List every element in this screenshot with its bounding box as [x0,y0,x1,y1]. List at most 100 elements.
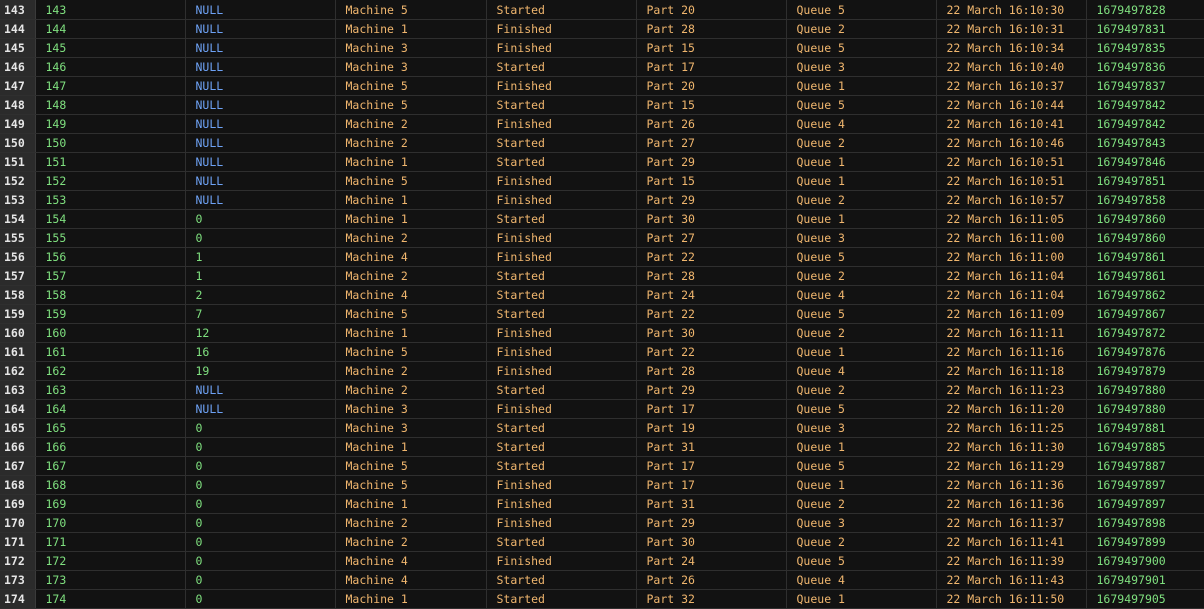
table-row[interactable]: 164 164 NULL Machine 3 Finished Part 17 Queue … [0,399,1204,419]
cell-queue[interactable]: Queue 1 [786,152,937,172]
cell-part[interactable]: Part 26 [636,570,787,590]
row-number[interactable]: 148 [0,95,36,115]
cell-datetime[interactable]: 22 March 16:11:39 [936,551,1087,571]
cell-status[interactable]: Started [486,532,637,552]
table-row[interactable]: 143 143 NULL Machine 5 Started Part 20 Queue 5… [0,0,1204,20]
cell-machine[interactable]: Machine 5 [335,304,487,324]
cell-value[interactable]: 1 [185,247,336,267]
row-number[interactable]: 154 [0,209,36,229]
cell-part[interactable]: Part 27 [636,133,787,153]
table-row[interactable]: 169 169 0 Machine 1 Finished Part 31 Queue 2 22… [0,494,1204,514]
cell-queue[interactable]: Queue 2 [786,380,937,400]
table-row[interactable]: 150 150 NULL Machine 2 Started Part 27 Queue 2… [0,133,1204,153]
row-number[interactable]: 155 [0,228,36,248]
cell-status[interactable]: Started [486,285,637,305]
cell-datetime[interactable]: 22 March 16:11:04 [936,285,1087,305]
table-row[interactable]: 154 154 0 Machine 1 Started Part 30 Queue 1 22 … [0,209,1204,229]
cell-status[interactable]: Finished [486,76,637,96]
cell-datetime[interactable]: 22 March 16:10:44 [936,95,1087,115]
cell-value[interactable]: 0 [185,475,336,495]
cell-machine[interactable]: Machine 4 [335,247,487,267]
cell-status[interactable]: Finished [486,361,637,381]
table-row[interactable]: 148 148 NULL Machine 5 Started Part 15 Queue 5… [0,95,1204,115]
cell-value[interactable]: NULL [185,152,336,172]
row-number[interactable]: 151 [0,152,36,172]
cell-part[interactable]: Part 22 [636,304,787,324]
cell-id[interactable]: 164 [35,399,186,419]
cell-part[interactable]: Part 22 [636,247,787,267]
cell-queue[interactable]: Queue 1 [786,76,937,96]
cell-datetime[interactable]: 22 March 16:11:37 [936,513,1087,533]
cell-datetime[interactable]: 22 March 16:11:18 [936,361,1087,381]
cell-datetime[interactable]: 22 March 16:10:31 [936,19,1087,39]
cell-id[interactable]: 149 [35,114,186,134]
cell-status[interactable]: Started [486,456,637,476]
cell-id[interactable]: 151 [35,152,186,172]
cell-machine[interactable]: Machine 5 [335,0,487,20]
table-row[interactable]: 162 162 19 Machine 2 Finished Part 28 Queue 42… [0,361,1204,381]
cell-timestamp[interactable]: 1679497885 [1086,437,1204,457]
cell-datetime[interactable]: 22 March 16:11:11 [936,323,1087,343]
cell-datetime[interactable]: 22 March 16:11:30 [936,437,1087,457]
cell-queue[interactable]: Queue 5 [786,399,937,419]
cell-status[interactable]: Started [486,437,637,457]
cell-status[interactable]: Finished [486,247,637,267]
cell-queue[interactable]: Queue 2 [786,133,937,153]
cell-timestamp[interactable]: 1679497843 [1086,133,1204,153]
cell-value[interactable]: NULL [185,95,336,115]
cell-part[interactable]: Part 20 [636,76,787,96]
cell-queue[interactable]: Queue 1 [786,437,937,457]
cell-queue[interactable]: Queue 4 [786,570,937,590]
cell-part[interactable]: Part 29 [636,152,787,172]
cell-timestamp[interactable]: 1679497851 [1086,171,1204,191]
cell-status[interactable]: Finished [486,494,637,514]
cell-value[interactable]: NULL [185,38,336,58]
row-number[interactable]: 170 [0,513,36,533]
cell-machine[interactable]: Machine 1 [335,323,487,343]
cell-id[interactable]: 168 [35,475,186,495]
cell-timestamp[interactable]: 1679497861 [1086,266,1204,286]
cell-id[interactable]: 173 [35,570,186,590]
cell-value[interactable]: NULL [185,0,336,20]
table-row[interactable]: 144 144 NULL Machine 1 Finished Part 28 Queue … [0,19,1204,39]
cell-id[interactable]: 154 [35,209,186,229]
cell-status[interactable]: Started [486,380,637,400]
cell-queue[interactable]: Queue 1 [786,342,937,362]
table-row[interactable]: 146 146 NULL Machine 3 Started Part 17 Queue 3… [0,57,1204,77]
cell-status[interactable]: Finished [486,19,637,39]
cell-queue[interactable]: Queue 3 [786,513,937,533]
cell-machine[interactable]: Machine 1 [335,437,487,457]
table-row[interactable]: 163 163 NULL Machine 2 Started Part 29 Queue 2… [0,380,1204,400]
cell-timestamp[interactable]: 1679497836 [1086,57,1204,77]
cell-part[interactable]: Part 30 [636,532,787,552]
cell-status[interactable]: Started [486,570,637,590]
table-row[interactable]: 165 165 0 Machine 3 Started Part 19 Queue 3 22 … [0,418,1204,438]
cell-timestamp[interactable]: 1679497861 [1086,247,1204,267]
cell-datetime[interactable]: 22 March 16:11:41 [936,532,1087,552]
cell-queue[interactable]: Queue 1 [786,209,937,229]
cell-datetime[interactable]: 22 March 16:10:51 [936,171,1087,191]
cell-machine[interactable]: Machine 2 [335,228,487,248]
cell-part[interactable]: Part 20 [636,0,787,20]
cell-machine[interactable]: Machine 2 [335,513,487,533]
cell-value[interactable]: NULL [185,19,336,39]
cell-status[interactable]: Finished [486,171,637,191]
table-row[interactable]: 161 161 16 Machine 5 Finished Part 22 Queue 12… [0,342,1204,362]
cell-value[interactable]: 0 [185,570,336,590]
cell-value[interactable]: NULL [185,114,336,134]
cell-part[interactable]: Part 17 [636,456,787,476]
cell-status[interactable]: Finished [486,399,637,419]
cell-value[interactable]: 0 [185,513,336,533]
cell-datetime[interactable]: 22 March 16:11:36 [936,475,1087,495]
cell-machine[interactable]: Machine 2 [335,133,487,153]
cell-queue[interactable]: Queue 2 [786,323,937,343]
cell-value[interactable]: NULL [185,76,336,96]
cell-machine[interactable]: Machine 5 [335,171,487,191]
cell-datetime[interactable]: 22 March 16:11:04 [936,266,1087,286]
cell-part[interactable]: Part 17 [636,475,787,495]
cell-id[interactable]: 169 [35,494,186,514]
table-row[interactable]: 152 152 NULL Machine 5 Finished Part 15 Queue … [0,171,1204,191]
cell-value[interactable]: 0 [185,551,336,571]
cell-id[interactable]: 143 [35,0,186,20]
cell-id[interactable]: 156 [35,247,186,267]
